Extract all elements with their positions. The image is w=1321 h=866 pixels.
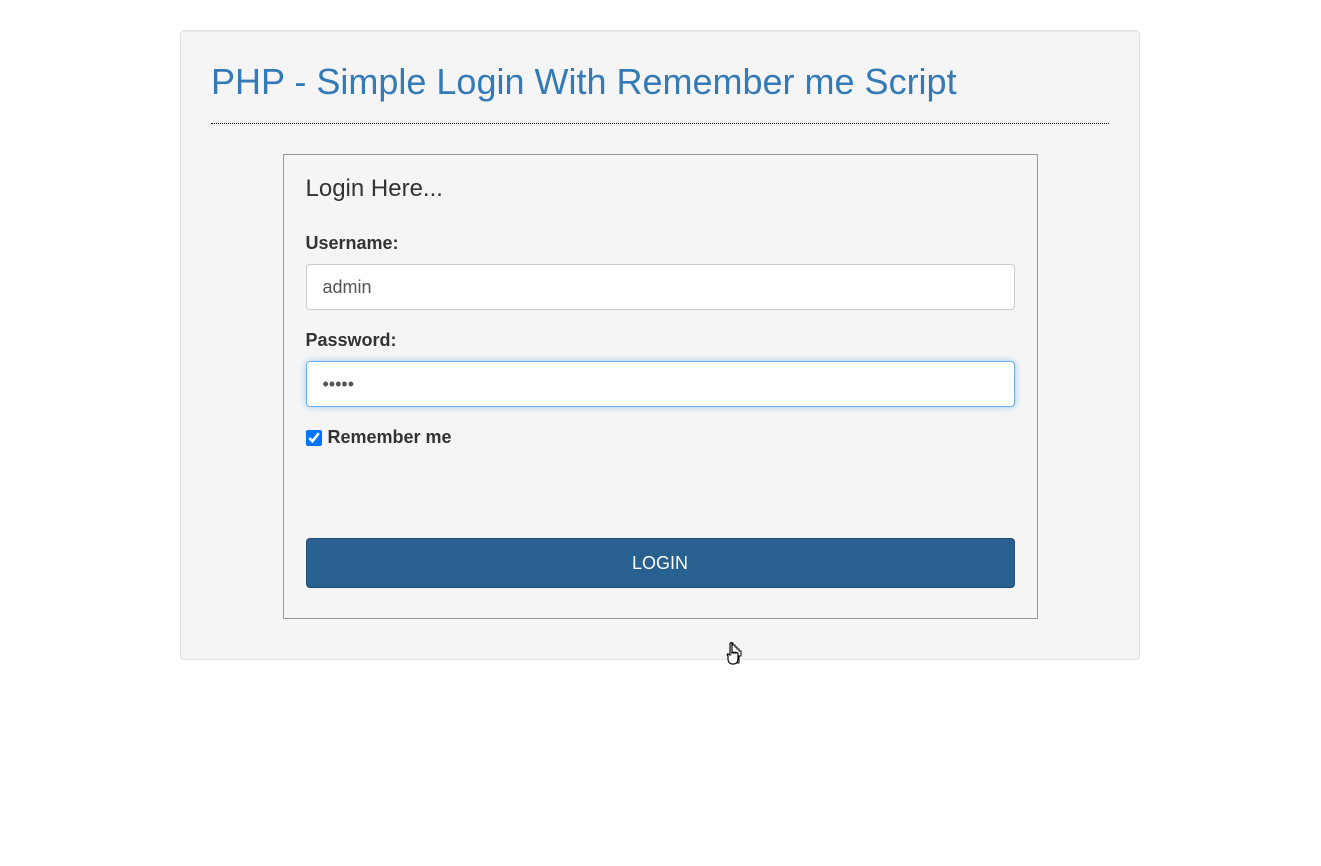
remember-me-row: Remember me xyxy=(306,427,1015,448)
remember-me-label: Remember me xyxy=(328,427,452,448)
login-button[interactable]: LOGIN xyxy=(306,538,1015,588)
password-group: Password: xyxy=(306,330,1015,407)
password-input[interactable] xyxy=(306,361,1015,407)
username-group: Username: xyxy=(306,233,1015,310)
main-panel: PHP - Simple Login With Remember me Scri… xyxy=(180,30,1140,660)
password-label: Password: xyxy=(306,330,1015,351)
login-heading: Login Here... xyxy=(306,175,1015,203)
username-label: Username: xyxy=(306,233,1015,254)
login-box: Login Here... Username: Password: Rememb… xyxy=(283,154,1038,619)
username-input[interactable] xyxy=(306,264,1015,310)
remember-me-checkbox[interactable] xyxy=(306,430,322,446)
divider xyxy=(211,123,1109,124)
page-title: PHP - Simple Login With Remember me Scri… xyxy=(211,61,1109,103)
